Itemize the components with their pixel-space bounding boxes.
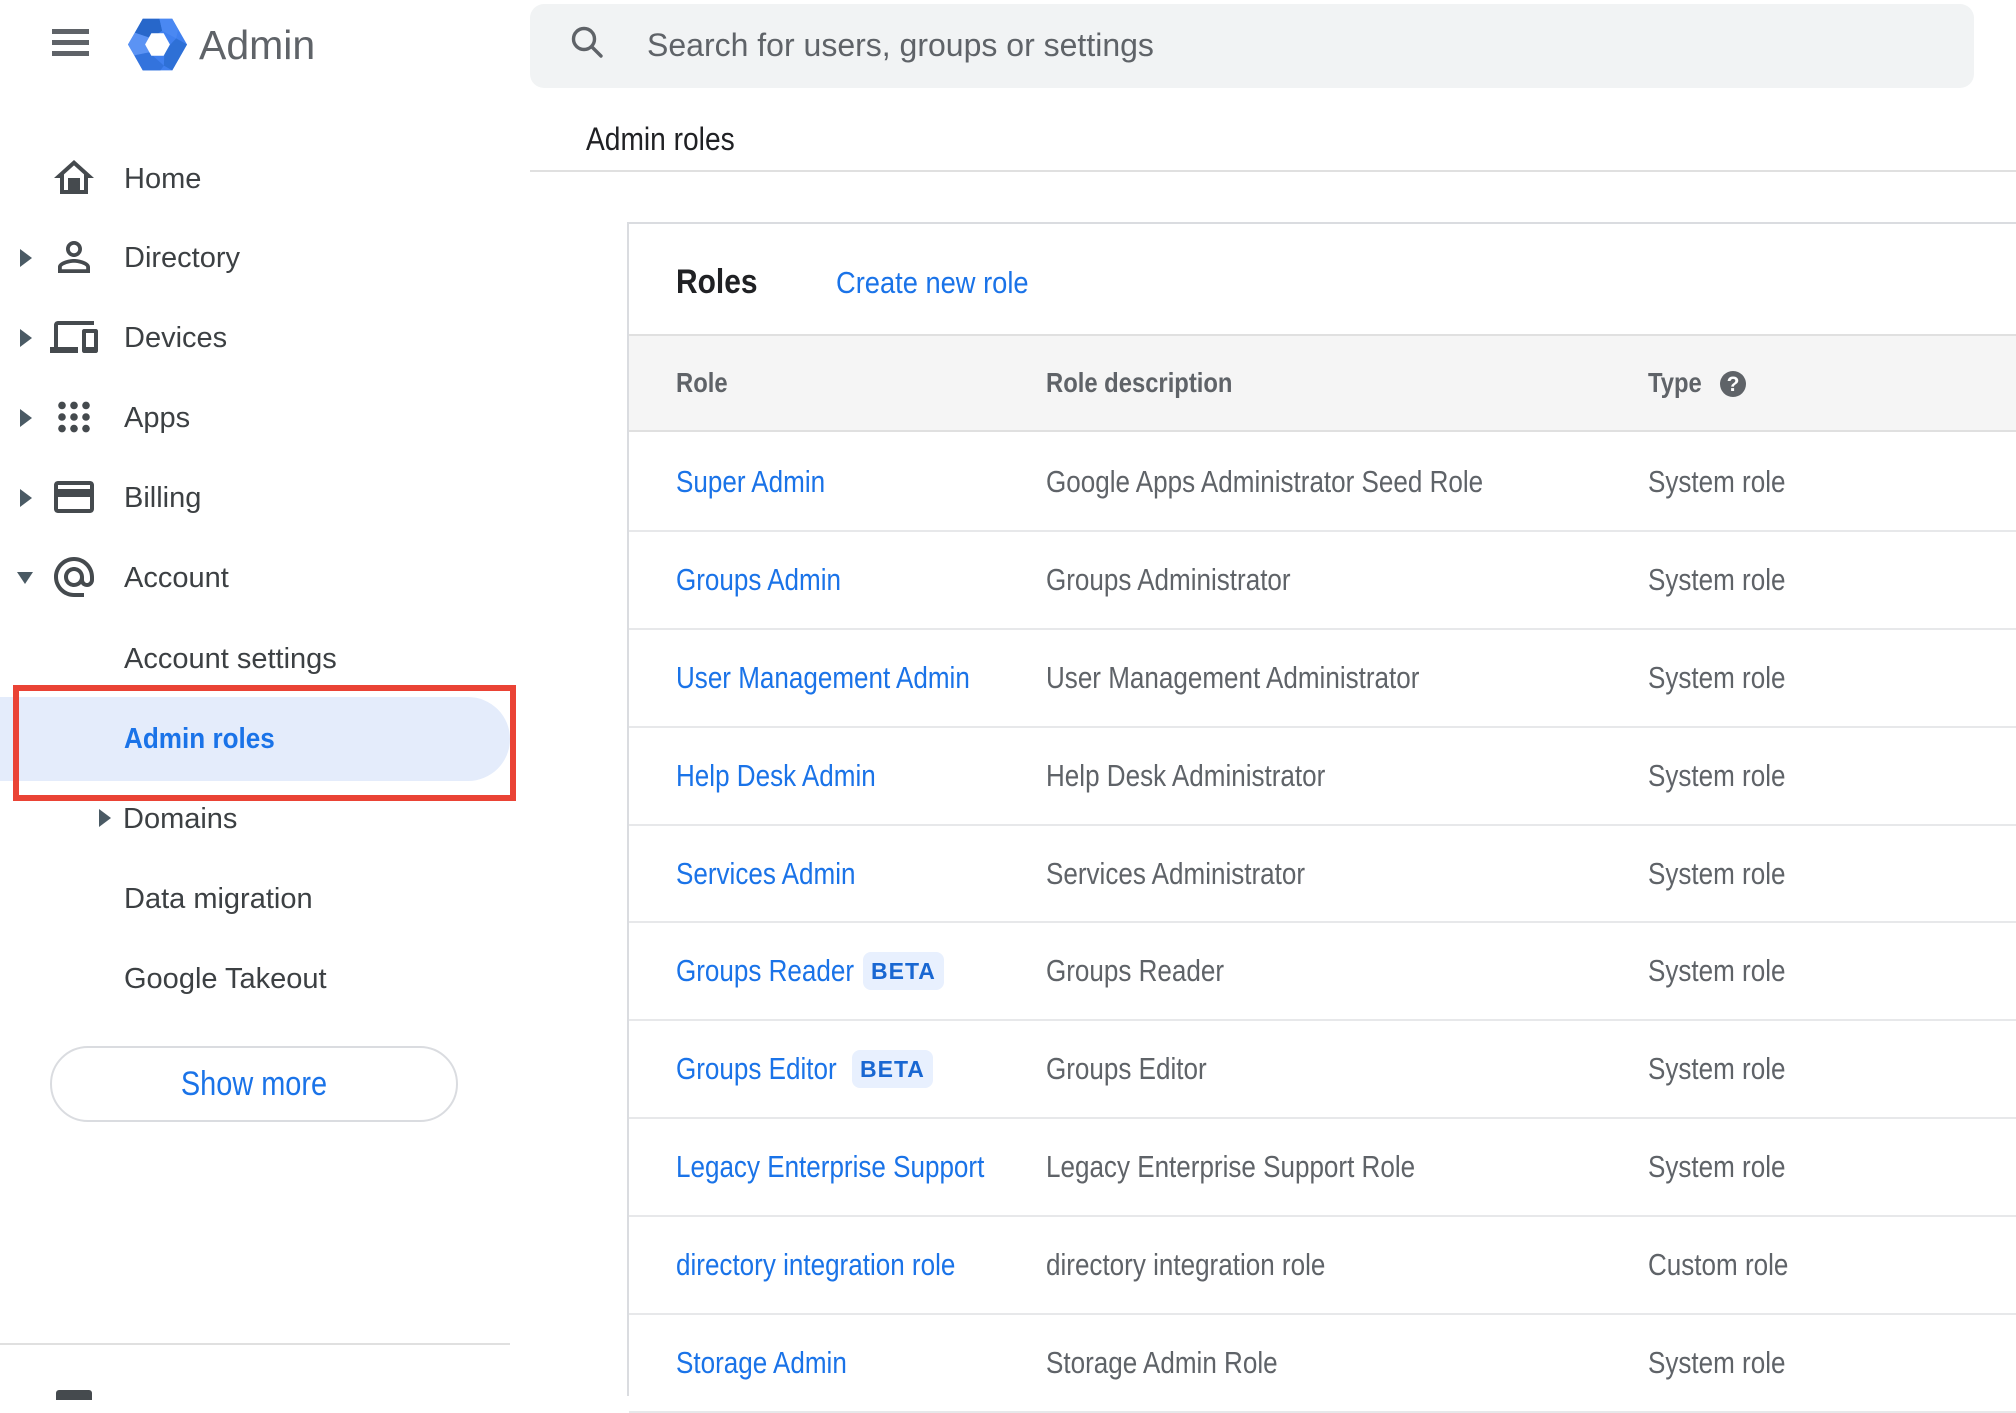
svg-text:?: ?	[1727, 373, 1740, 396]
